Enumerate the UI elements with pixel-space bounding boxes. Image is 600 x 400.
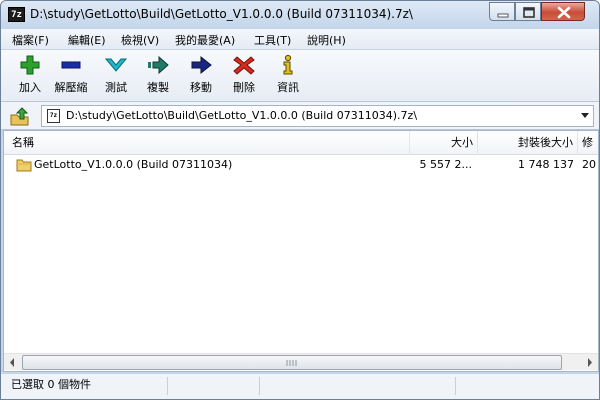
menu-favorites[interactable]: 我的最愛(A) xyxy=(175,32,235,48)
menu-help[interactable]: 說明(H) xyxy=(307,32,346,48)
test-check-icon xyxy=(104,58,128,72)
add-button[interactable]: 加入 xyxy=(13,54,47,98)
info-label: 資訊 xyxy=(277,81,299,94)
menu-edit[interactable]: 編輯(E) xyxy=(68,32,106,48)
arrow-right-icon xyxy=(588,358,592,367)
copy-label: 複製 xyxy=(147,81,169,94)
minimize-button[interactable] xyxy=(489,2,515,21)
status-divider xyxy=(455,377,456,395)
list-header: 名稱 大小 封裝後大小 修 xyxy=(4,131,598,155)
column-modified[interactable]: 修 xyxy=(578,131,598,155)
status-divider xyxy=(259,377,260,395)
test-label: 測試 xyxy=(105,81,127,94)
copy-arrow-icon xyxy=(148,55,169,75)
test-button[interactable]: 測試 xyxy=(99,54,133,98)
horizontal-scrollbar[interactable] xyxy=(4,353,598,370)
app-icon[interactable]: 7z xyxy=(8,7,25,22)
path-field[interactable]: 7z D:\study\GetLotto\Build\GetLotto_V1.0… xyxy=(41,105,594,127)
list-item[interactable]: GetLotto_V1.0.0.0 (Build 07311034) 5 557… xyxy=(4,156,598,175)
menu-file[interactable]: 檔案(F) xyxy=(12,32,49,48)
grip-icon xyxy=(286,360,297,366)
scroll-left-button[interactable] xyxy=(4,354,21,371)
menu-view[interactable]: 檢視(V) xyxy=(121,32,159,48)
folder-up-icon xyxy=(10,107,29,126)
archive-file-icon: 7z xyxy=(47,109,60,123)
delete-button[interactable]: 刪除 xyxy=(227,54,261,98)
status-bar: 已選取 0 個物件 xyxy=(1,373,599,399)
address-bar: 7z D:\study\GetLotto\Build\GetLotto_V1.0… xyxy=(1,102,599,130)
chevron-down-icon[interactable] xyxy=(581,113,589,119)
column-packed-size[interactable]: 封裝後大小 xyxy=(478,131,578,155)
menu-bar: 檔案(F) 編輯(E) 檢視(V) 我的最愛(A) 工具(T) 說明(H) xyxy=(1,29,599,50)
maximize-button[interactable] xyxy=(515,2,541,21)
status-divider xyxy=(167,377,168,395)
scroll-right-button[interactable] xyxy=(581,354,598,371)
delete-label: 刪除 xyxy=(233,81,255,94)
delete-x-icon xyxy=(233,56,255,75)
window-title: D:\study\GetLotto\Build\GetLotto_V1.0.0.… xyxy=(30,7,413,21)
title-bar[interactable]: 7z D:\study\GetLotto\Build\GetLotto_V1.0… xyxy=(1,1,599,29)
close-icon xyxy=(557,6,571,19)
maximize-icon xyxy=(523,7,535,18)
info-icon xyxy=(283,54,293,75)
app-window: 7z D:\study\GetLotto\Build\GetLotto_V1.0… xyxy=(0,0,600,400)
toolbar: 加入 解壓縮 測試 複製 移動 刪除 資訊 xyxy=(1,50,599,102)
minimize-icon xyxy=(497,13,509,18)
item-size: 5 557 2... xyxy=(419,158,472,171)
column-name[interactable]: 名稱 xyxy=(4,131,410,155)
folder-icon xyxy=(16,159,32,172)
selection-status: 已選取 0 個物件 xyxy=(11,378,91,391)
column-size[interactable]: 大小 xyxy=(410,131,478,155)
item-name: GetLotto_V1.0.0.0 (Build 07311034) xyxy=(34,158,233,171)
extract-minus-icon xyxy=(61,61,81,69)
extract-label: 解壓縮 xyxy=(54,81,88,94)
item-modified: 20 xyxy=(582,158,596,171)
menu-tools[interactable]: 工具(T) xyxy=(254,32,291,48)
path-text: D:\study\GetLotto\Build\GetLotto_V1.0.0.… xyxy=(66,109,418,122)
info-button[interactable]: 資訊 xyxy=(271,54,305,98)
file-list: 名稱 大小 封裝後大小 修 GetLotto_V1.0.0.0 (Build 0… xyxy=(3,130,599,372)
add-label: 加入 xyxy=(19,81,41,94)
copy-button[interactable]: 複製 xyxy=(141,54,175,98)
extract-button[interactable]: 解壓縮 xyxy=(54,54,88,98)
up-folder-button[interactable] xyxy=(9,107,31,127)
scroll-thumb[interactable] xyxy=(22,355,562,370)
move-label: 移動 xyxy=(190,81,212,94)
close-button[interactable] xyxy=(541,2,585,21)
move-button[interactable]: 移動 xyxy=(184,54,218,98)
arrow-left-icon xyxy=(10,358,14,367)
add-plus-icon xyxy=(20,55,40,75)
item-packed-size: 1 748 137 xyxy=(518,158,574,171)
move-arrow-icon xyxy=(191,55,212,75)
